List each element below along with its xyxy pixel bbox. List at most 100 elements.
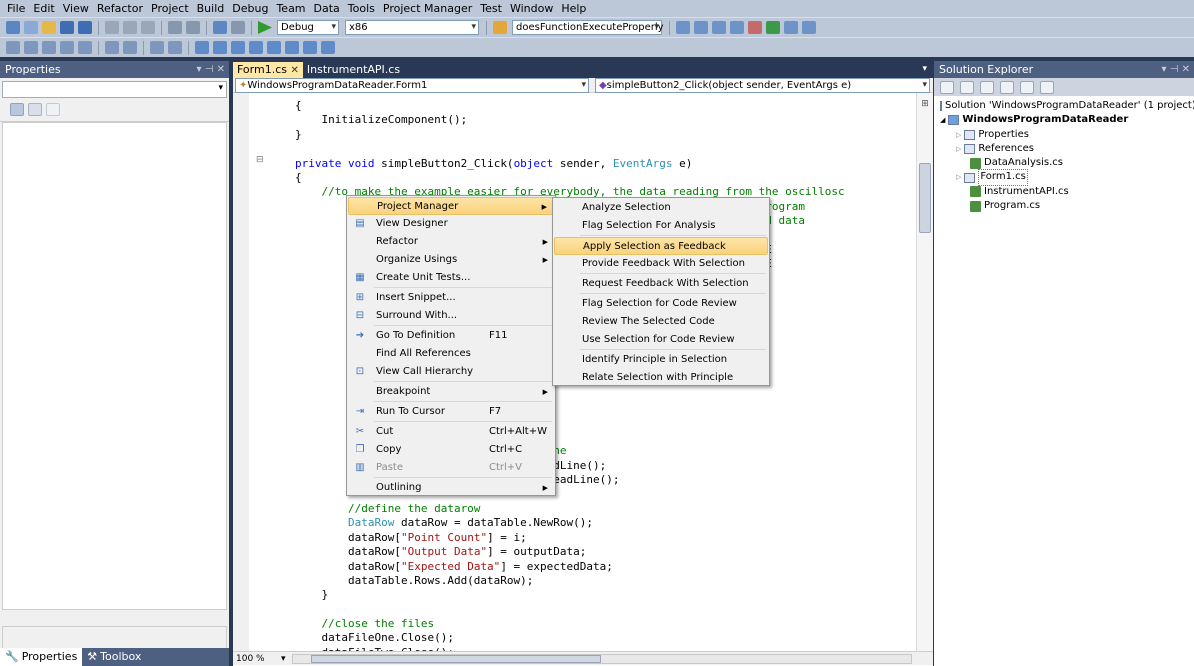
expand-arrow-icon[interactable]: ▷ (956, 170, 961, 184)
alphabetical-icon[interactable] (28, 103, 42, 116)
context-menu-item-organize-usings[interactable]: Organize Usings ▶ (348, 251, 554, 269)
submenu-item-analyze-selection[interactable]: Analyze Selection (554, 199, 768, 217)
object-selector-dropdown[interactable] (2, 81, 227, 98)
panel-controls-icon[interactable]: ▾ ⊣ ✕ (1162, 61, 1190, 78)
submenu-item-review-the-selected-code[interactable]: Review The Selected Code (554, 313, 768, 331)
tree-solution[interactable]: Solution 'WindowsProgramDataReader' (1 p… (940, 99, 1194, 113)
member-dropdown[interactable]: ◆simpleButton2_Click(object sender, Even… (594, 77, 930, 93)
undo-icon[interactable] (168, 21, 182, 34)
close-tab-icon[interactable]: ✕ (290, 65, 298, 76)
tree-item-properties[interactable]: ▷ Properties (940, 128, 1194, 142)
menu-file[interactable]: File (3, 0, 29, 17)
view-code-icon[interactable] (1000, 80, 1014, 94)
comment-out-icon[interactable] (150, 41, 164, 54)
menu-data[interactable]: Data (310, 0, 344, 17)
toolbox-icon[interactable] (748, 21, 762, 34)
split-handle-icon[interactable]: ⊞ (920, 99, 930, 109)
redo-icon[interactable] (186, 21, 200, 34)
context-menu-item-copy[interactable]: ❐ Copy Ctrl+C (348, 441, 554, 459)
context-menu-item-find-all-references[interactable]: Find All References (348, 345, 554, 363)
menu-edit[interactable]: Edit (29, 0, 58, 17)
zoom-level[interactable]: 100 % (233, 654, 281, 664)
previous-bookmark-in-folder-icon[interactable] (249, 41, 263, 54)
solution-platform-dropdown[interactable]: x86 (345, 20, 479, 35)
cut-icon[interactable] (105, 21, 119, 34)
properties-icon[interactable] (940, 80, 954, 94)
menu-view[interactable]: View (59, 0, 93, 17)
tab-instrumentapi-cs[interactable]: InstrumentAPI.cs (303, 62, 404, 78)
expand-arrow-icon[interactable]: ▷ (956, 142, 961, 156)
submenu-item-apply-selection-as-feedback[interactable]: Apply Selection as Feedback (554, 237, 768, 255)
solution-configuration-dropdown[interactable]: Debug (277, 20, 339, 35)
menu-debug[interactable]: Debug (228, 0, 272, 17)
submenu-item-relate-selection-with-principle[interactable]: Relate Selection with Principle (554, 369, 768, 387)
paste-icon[interactable] (141, 21, 155, 34)
display-quick-info-icon[interactable] (42, 41, 56, 54)
next-bookmark-icon[interactable] (231, 41, 245, 54)
submenu-item-flag-selection-for-analysis[interactable]: Flag Selection For Analysis (554, 217, 768, 235)
submenu-item-identify-principle-in-selection[interactable]: Identify Principle in Selection (554, 351, 768, 369)
tree-item-program[interactable]: Program.cs (940, 199, 1194, 213)
context-menu-item-create-unit-tests[interactable]: ▦ Create Unit Tests... (348, 269, 554, 287)
menu-refactor[interactable]: Refactor (93, 0, 147, 17)
context-menu-item-surround-with[interactable]: ⊟ Surround With... (348, 307, 554, 325)
object-browser-icon[interactable] (730, 21, 744, 34)
other-windows-icon[interactable] (802, 21, 816, 34)
previous-bookmark-icon[interactable] (213, 41, 227, 54)
submenu-item-provide-feedback-with-selection[interactable]: Provide Feedback With Selection (554, 255, 768, 273)
refresh-icon[interactable] (980, 80, 994, 94)
extension-manager-icon[interactable] (784, 21, 798, 34)
view-designer-icon[interactable] (1020, 80, 1034, 94)
submenu-item-use-selection-for-code-review[interactable]: Use Selection for Code Review (554, 331, 768, 349)
navigate-backward-icon[interactable] (213, 21, 227, 34)
menu-window[interactable]: Window (506, 0, 557, 17)
vertical-scrollbar[interactable]: ⊞ (916, 93, 933, 651)
decrease-indent-icon[interactable] (105, 41, 119, 54)
submenu-item-request-feedback-with-selection[interactable]: Request Feedback With Selection (554, 275, 768, 293)
menu-team[interactable]: Team (272, 0, 309, 17)
context-menu-item-view-call-hierarchy[interactable]: ⊡ View Call Hierarchy (348, 363, 554, 381)
open-file-icon[interactable] (42, 21, 56, 34)
clear-bookmarks-icon[interactable] (321, 41, 335, 54)
tab-properties[interactable]: 🔧 Properties (0, 648, 83, 666)
context-menu-item-go-to-definition[interactable]: ➔ Go To Definition F11 (348, 327, 554, 345)
tab-form1-cs[interactable]: Form1.cs ✕ (233, 62, 303, 78)
type-dropdown[interactable]: ✦WindowsProgramDataReader.Form1 (235, 77, 589, 93)
context-menu-item-refactor[interactable]: Refactor ▶ (348, 233, 554, 251)
tree-item-instrumentapi[interactable]: InstrumentAPI.cs (940, 185, 1194, 199)
collapse-arrow-icon[interactable]: ◢ (940, 113, 945, 127)
categorized-icon[interactable] (10, 103, 24, 116)
context-menu-item-outlining[interactable]: Outlining ▶ (348, 479, 554, 497)
menu-project[interactable]: Project (147, 0, 193, 17)
uncomment-icon[interactable] (168, 41, 182, 54)
property-grid[interactable] (2, 122, 227, 610)
context-menu-item-run-to-cursor[interactable]: ⇥ Run To Cursor F7 (348, 403, 554, 421)
active-files-dropdown-icon[interactable]: ▾ (922, 64, 927, 74)
display-parameter-info-icon[interactable] (24, 41, 38, 54)
solution-explorer-icon[interactable] (694, 21, 708, 34)
menu-tools[interactable]: Tools (344, 0, 379, 17)
find-in-files-icon[interactable] (493, 21, 507, 34)
find-symbol-icon[interactable] (676, 21, 690, 34)
show-symbols-icon[interactable] (78, 41, 92, 54)
tree-item-references[interactable]: ▷ References (940, 142, 1194, 156)
zoom-dropdown-icon[interactable]: ▾ (281, 654, 286, 664)
context-menu-item-cut[interactable]: ✂ Cut Ctrl+Alt+W (348, 423, 554, 441)
context-menu-item-breakpoint[interactable]: Breakpoint ▶ (348, 383, 554, 401)
panel-controls-icon[interactable]: ▾ ⊣ ✕ (197, 61, 225, 78)
tree-project[interactable]: ◢ WindowsProgramDataReader (940, 113, 1194, 127)
context-menu-item-insert-snippet[interactable]: ⊞ Insert Snippet... (348, 289, 554, 307)
save-icon[interactable] (60, 21, 74, 34)
new-project-icon[interactable] (6, 21, 20, 34)
find-combo[interactable]: doesFunctionExecuteProperly (512, 20, 664, 35)
show-all-files-icon[interactable] (960, 80, 974, 94)
increase-indent-icon[interactable] (123, 41, 137, 54)
next-bookmark-in-document-icon[interactable] (303, 41, 317, 54)
expand-arrow-icon[interactable]: ▷ (956, 128, 961, 142)
horizontal-scrollbar-thumb[interactable] (310, 654, 601, 663)
next-bookmark-in-folder-icon[interactable] (267, 41, 281, 54)
menu-project-manager[interactable]: Project Manager (379, 0, 476, 17)
scrollbar-thumb[interactable] (919, 163, 931, 233)
menu-build[interactable]: Build (193, 0, 229, 17)
menu-test[interactable]: Test (476, 0, 506, 17)
